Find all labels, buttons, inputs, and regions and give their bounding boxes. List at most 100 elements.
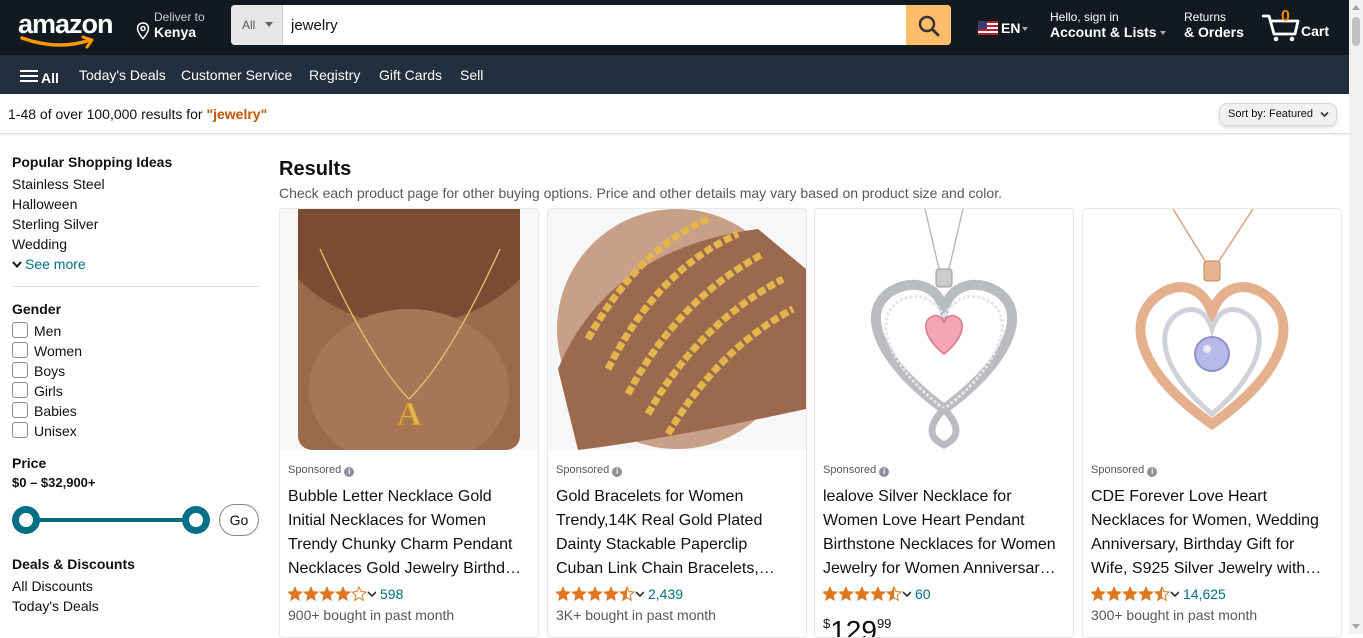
cart-label: Cart — [1301, 23, 1330, 39]
rating-count[interactable]: 60 — [915, 586, 931, 602]
checkbox[interactable] — [12, 362, 28, 378]
price-range-label: $0 – $32,900+ — [12, 475, 96, 490]
sponsored-label[interactable]: Sponsored i — [823, 464, 890, 477]
rating-count[interactable]: 598 — [380, 586, 403, 602]
rating-count[interactable]: 14,625 — [1183, 586, 1226, 602]
product-rating[interactable]: 2,439 — [555, 585, 683, 604]
amazon-logo[interactable]: amazon — [18, 9, 118, 49]
popular-idea-link[interactable]: Stainless Steel — [12, 174, 260, 194]
gender-checkbox-men[interactable]: Men — [12, 321, 260, 341]
checkbox[interactable] — [12, 402, 28, 418]
product-title-link[interactable]: lealove Silver Necklace for Women Love H… — [823, 485, 1063, 581]
sponsored-label[interactable]: Sponsored i — [1091, 464, 1158, 477]
location-pin-icon — [136, 22, 150, 40]
price-whole: 129 — [830, 615, 877, 638]
checkbox[interactable] — [12, 382, 28, 398]
star-rating-icon — [287, 585, 377, 602]
checkbox[interactable] — [12, 322, 28, 338]
search-category-label: All — [242, 18, 256, 32]
returns-orders[interactable]: Returns & Orders — [1184, 10, 1244, 40]
checkbox-label: Girls — [34, 383, 63, 399]
product-title-link[interactable]: Gold Bracelets for Women Trendy,14K Real… — [556, 485, 796, 581]
nav-item-gift-cards[interactable]: Gift Cards — [379, 67, 442, 83]
nav-item-todays-deals[interactable]: Today's Deals — [79, 67, 166, 83]
checkbox-label: Unisex — [34, 423, 77, 439]
info-icon[interactable]: i — [612, 467, 623, 477]
see-more-link[interactable]: See more — [12, 254, 260, 274]
search-input[interactable] — [283, 5, 907, 45]
popular-idea-link[interactable]: Wedding — [12, 234, 260, 254]
product-title: lealove Silver Necklace for Women Love H… — [823, 488, 1056, 577]
all-menu-button[interactable]: All — [20, 67, 59, 86]
product-card[interactable]: Sponsored i Gold Bracelets for Women Tren… — [547, 208, 807, 638]
account-lists[interactable]: Hello, sign in Account & Lists — [1050, 10, 1166, 40]
info-icon[interactable]: i — [344, 467, 355, 477]
product-image-gold-bracelets[interactable] — [548, 209, 806, 450]
star-rating-icon — [555, 585, 645, 602]
product-rating[interactable]: 598 — [287, 585, 403, 604]
scroll-down-arrow-icon[interactable] — [1352, 624, 1360, 629]
search-icon — [918, 15, 940, 37]
language-selector[interactable]: EN — [978, 20, 1029, 36]
sponsored-label[interactable]: Sponsored i — [288, 464, 355, 477]
price-slider-min-handle[interactable] — [12, 506, 40, 534]
checkbox-label: Men — [34, 323, 62, 339]
search-button[interactable] — [906, 5, 951, 45]
popular-idea-link[interactable]: Halloween — [12, 194, 260, 214]
popular-idea-link[interactable]: Sterling Silver — [12, 214, 260, 234]
product-title-link[interactable]: CDE Forever Love Heart Necklaces for Wom… — [1091, 485, 1331, 581]
gender-checkbox-unisex[interactable]: Unisex — [12, 421, 260, 441]
checkbox[interactable] — [12, 342, 28, 358]
product-image-rose-gold-heart-pendant[interactable] — [1083, 209, 1341, 450]
sort-dropdown[interactable]: Sort by: Featured — [1219, 103, 1337, 126]
top-nav: amazon Deliver to Kenya All jewelry EN H… — [0, 0, 1363, 55]
cart-button[interactable]: 0 Cart — [1262, 8, 1342, 46]
sponsored-text: Sponsored — [288, 464, 342, 476]
chevron-down-icon — [1320, 111, 1329, 118]
search-category-select[interactable]: All — [231, 5, 283, 45]
gender-checkbox-babies[interactable]: Babies — [12, 401, 260, 421]
price-slider: Go — [12, 498, 260, 542]
deals-heading: Deals & Discounts — [12, 556, 135, 572]
price-slider-track — [25, 518, 197, 522]
nav-item-sell[interactable]: Sell — [460, 67, 483, 83]
product-card[interactable]: A Sponsored i Bubble Letter Necklace Gold… — [279, 208, 539, 638]
see-more-label: See more — [25, 256, 86, 272]
deals-link[interactable]: Today's Deals — [12, 596, 260, 616]
us-flag-icon — [978, 21, 998, 35]
deliver-label: Deliver to — [154, 10, 205, 24]
chevron-down-icon — [12, 261, 22, 269]
product-image-necklace-letter-a[interactable]: A — [280, 209, 538, 469]
gender-checkbox-girls[interactable]: Girls — [12, 381, 260, 401]
nav-item-registry[interactable]: Registry — [309, 67, 360, 83]
price-go-button[interactable]: Go — [219, 504, 259, 536]
sort-label: Sort by: — [1228, 108, 1266, 120]
nav-item-customer-service[interactable]: Customer Service — [181, 67, 292, 83]
bought-count: 900+ bought in past month — [288, 607, 455, 623]
all-menu-label: All — [41, 70, 59, 86]
page-scrollbar[interactable] — [1349, 0, 1363, 634]
popular-ideas-heading: Popular Shopping Ideas — [12, 154, 173, 170]
scrollbar-thumb[interactable] — [1352, 17, 1360, 46]
product-card[interactable]: Sponsored i CDE Forever Love Heart Neckla… — [1082, 208, 1342, 638]
product-title-link[interactable]: Bubble Letter Necklace Gold Initial Neck… — [288, 485, 528, 581]
product-card[interactable]: Sponsored i lealove Silver Necklace for W… — [814, 208, 1074, 638]
caret-down-icon — [265, 22, 273, 27]
product-rating[interactable]: 60 — [822, 585, 931, 604]
info-icon[interactable]: i — [879, 467, 890, 477]
checkbox[interactable] — [12, 422, 28, 438]
gender-checkbox-boys[interactable]: Boys — [12, 361, 260, 381]
scroll-up-arrow-icon[interactable] — [1352, 5, 1360, 10]
deals-link[interactable]: All Discounts — [12, 576, 260, 596]
svg-text:A: A — [397, 396, 422, 433]
info-icon[interactable]: i — [1147, 467, 1158, 477]
results-count: 1-48 of over 100,000 results for "jewelr… — [8, 106, 267, 122]
price-slider-max-handle[interactable] — [182, 506, 210, 534]
star-rating-icon — [822, 585, 912, 602]
product-rating[interactable]: 14,625 — [1090, 585, 1226, 604]
sponsored-label[interactable]: Sponsored i — [556, 464, 623, 477]
gender-checkbox-women[interactable]: Women — [12, 341, 260, 361]
product-image-silver-heart-pendant[interactable] — [815, 209, 1073, 450]
rating-count[interactable]: 2,439 — [648, 586, 683, 602]
sponsored-text: Sponsored — [556, 464, 610, 476]
